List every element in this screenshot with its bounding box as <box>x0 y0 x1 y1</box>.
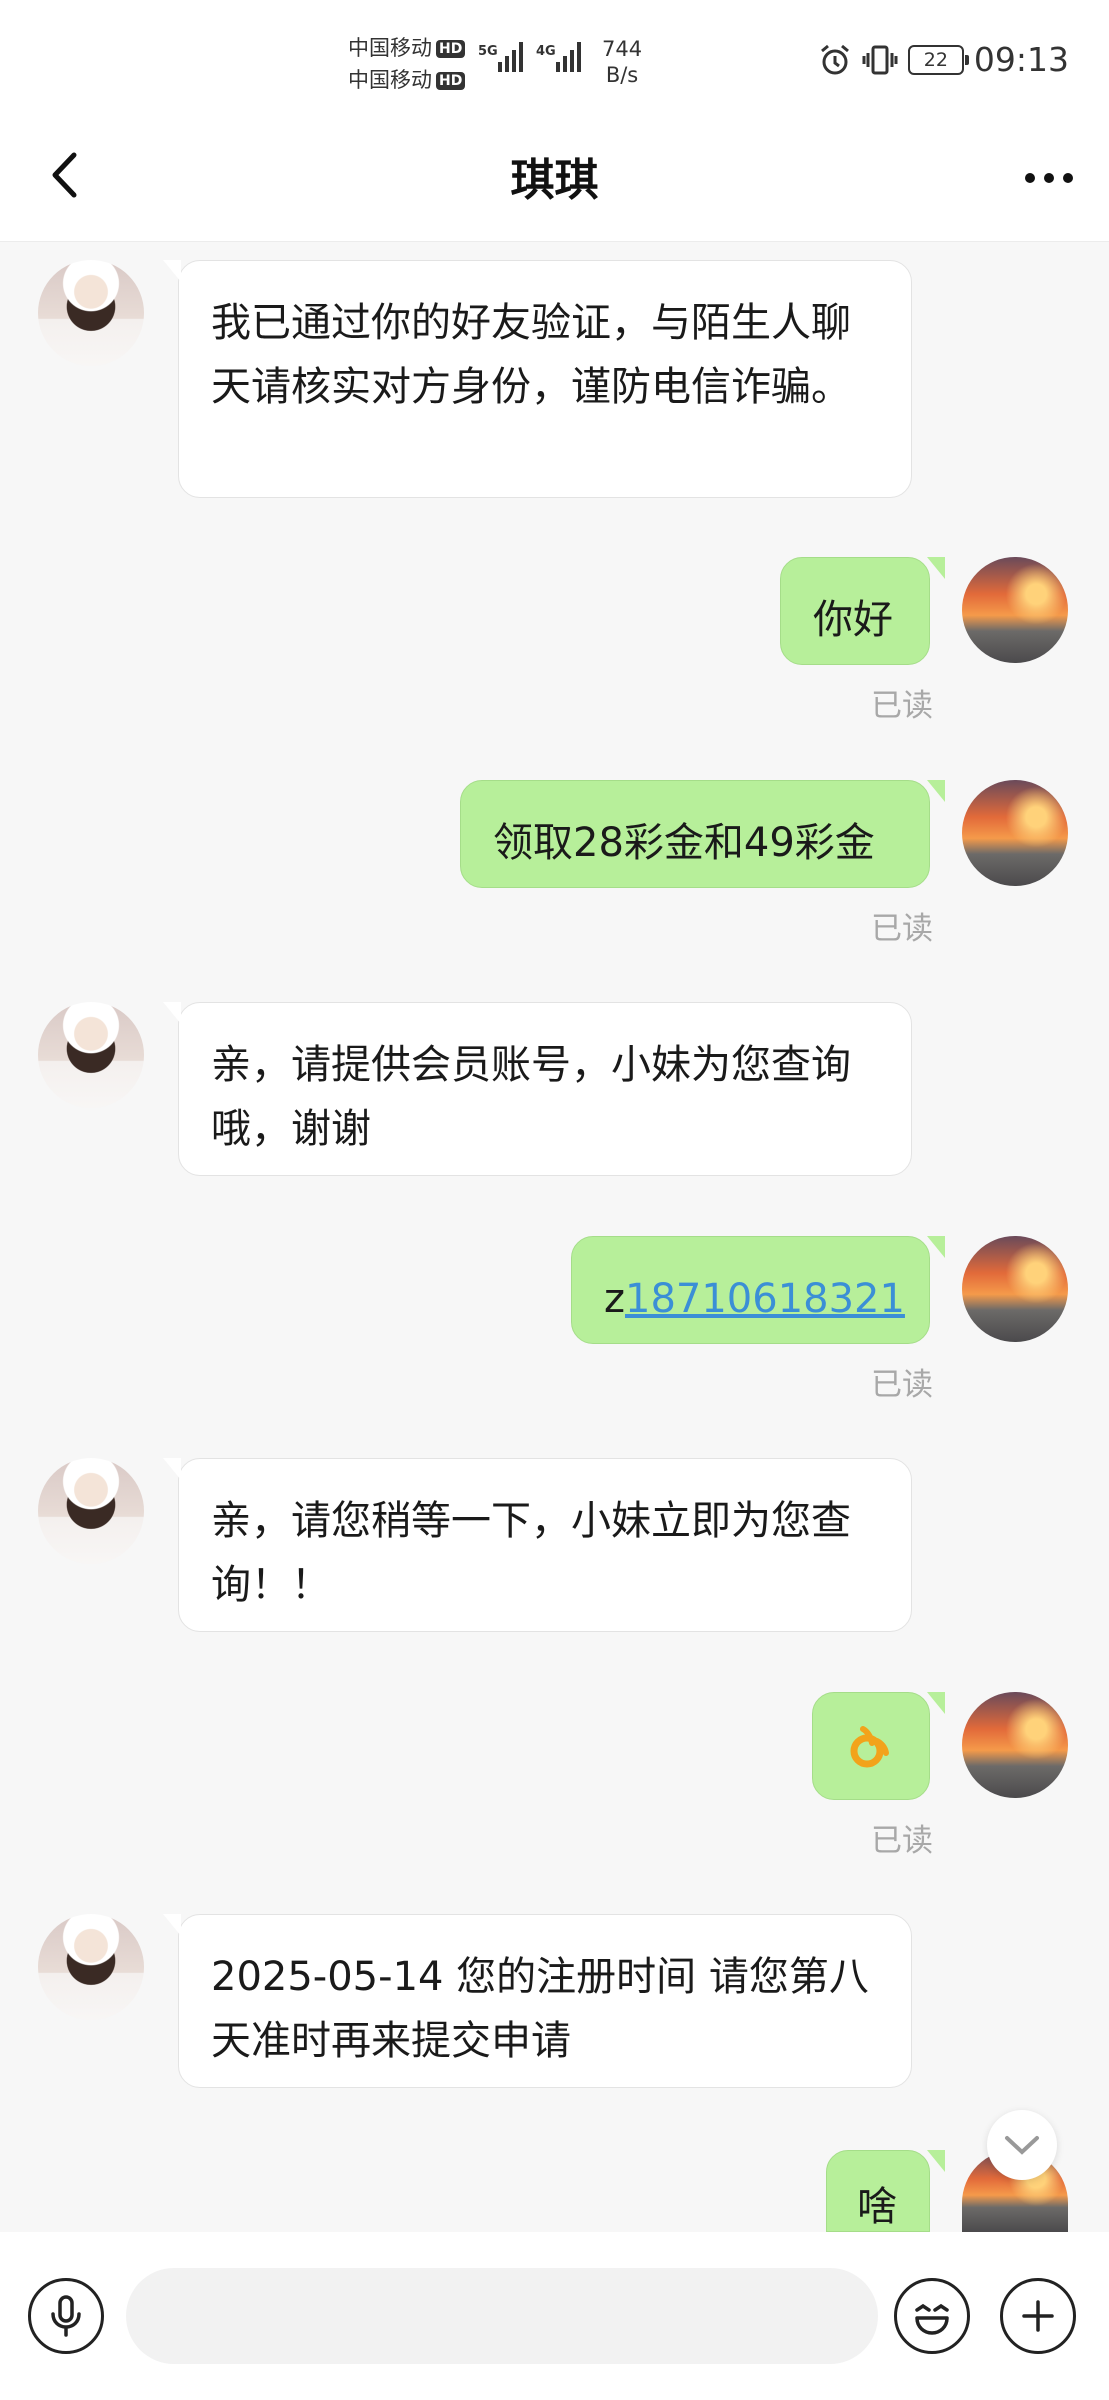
ok-hand-emoji <box>850 1726 889 1768</box>
chat-title: 琪琪 <box>510 155 599 206</box>
my-avatar[interactable] <box>962 557 1068 663</box>
voice-button[interactable] <box>28 2278 104 2354</box>
chat-header: 琪琪 <box>0 120 1109 242</box>
network-type-5g: 5G <box>478 44 498 59</box>
network-type-4g: 4G <box>536 44 556 59</box>
message-bubble-outgoing[interactable] <box>812 1692 945 1800</box>
network-speed: 744 B/s <box>602 37 643 87</box>
more-actions-button[interactable] <box>1000 2278 1076 2354</box>
carrier-1: 中国移动 HD <box>348 32 466 62</box>
vibrate-icon <box>862 45 898 74</box>
clock: 09:13 <box>973 40 1069 79</box>
read-receipt: 已读 <box>871 1367 933 1403</box>
alarm-icon <box>820 44 849 74</box>
contact-avatar[interactable] <box>38 1458 144 1564</box>
more-options-button[interactable] <box>1019 148 1079 208</box>
battery-indicator: 22 <box>907 44 969 75</box>
message-bubble-outgoing[interactable]: 啥 <box>826 2150 945 2232</box>
signal-bars-icon <box>556 42 581 72</box>
signal-bars-icon <box>498 42 523 72</box>
carrier-2: 中国移动 HD <box>348 64 466 94</box>
message-bubble-incoming[interactable]: 2025-05-14 您的注册时间 请您第八天准时再来提交申请 <box>163 1914 912 2088</box>
phone-link[interactable]: 18710618321 <box>625 1276 905 1322</box>
message-bubble-incoming[interactable]: 亲，请提供会员账号，小妹为您查询哦，谢谢 <box>163 1002 912 1176</box>
chevron-down-icon <box>1005 2136 1039 2155</box>
status-bar: 中国移动 HD 中国移动 HD 5G 4G 744 B/s 22 09:13 <box>0 0 1109 120</box>
emoji-button[interactable] <box>894 2278 970 2354</box>
message-input[interactable] <box>126 2268 878 2364</box>
hd-badge: HD <box>436 40 466 58</box>
contact-avatar[interactable] <box>38 1002 144 1108</box>
message-bubble-outgoing[interactable]: z18710618321 <box>571 1236 945 1344</box>
contact-avatar[interactable] <box>38 260 144 366</box>
my-avatar[interactable] <box>962 1692 1068 1798</box>
status-indicators: 22 09:13 <box>818 40 1069 79</box>
more-dots-icon <box>1025 173 1073 183</box>
read-receipt: 已读 <box>871 688 933 724</box>
message-input-bar <box>0 2232 1109 2400</box>
smiley-icon <box>915 2303 949 2335</box>
hd-badge: HD <box>436 72 466 90</box>
contact-avatar[interactable] <box>38 1914 144 2020</box>
my-avatar[interactable] <box>962 1236 1068 1342</box>
plus-icon <box>1022 2300 1054 2332</box>
account-prefix: z <box>604 1276 625 1322</box>
message-bubble-outgoing[interactable]: 领取28彩金和49彩金 <box>460 780 945 888</box>
my-avatar[interactable] <box>962 780 1068 886</box>
message-bubble-incoming[interactable]: 亲，请您稍等一下，小妹立即为您查询！！ <box>163 1458 912 1632</box>
scroll-to-bottom-button[interactable] <box>987 2110 1057 2180</box>
message-bubble-outgoing[interactable]: 你好 <box>780 557 945 665</box>
message-bubble-incoming[interactable]: 我已通过你的好友验证，与陌生人聊天请核实对方身份，谨防电信诈骗。 <box>163 260 912 498</box>
read-receipt: 已读 <box>871 1823 933 1859</box>
microphone-icon <box>51 2295 81 2337</box>
read-receipt: 已读 <box>871 911 933 947</box>
